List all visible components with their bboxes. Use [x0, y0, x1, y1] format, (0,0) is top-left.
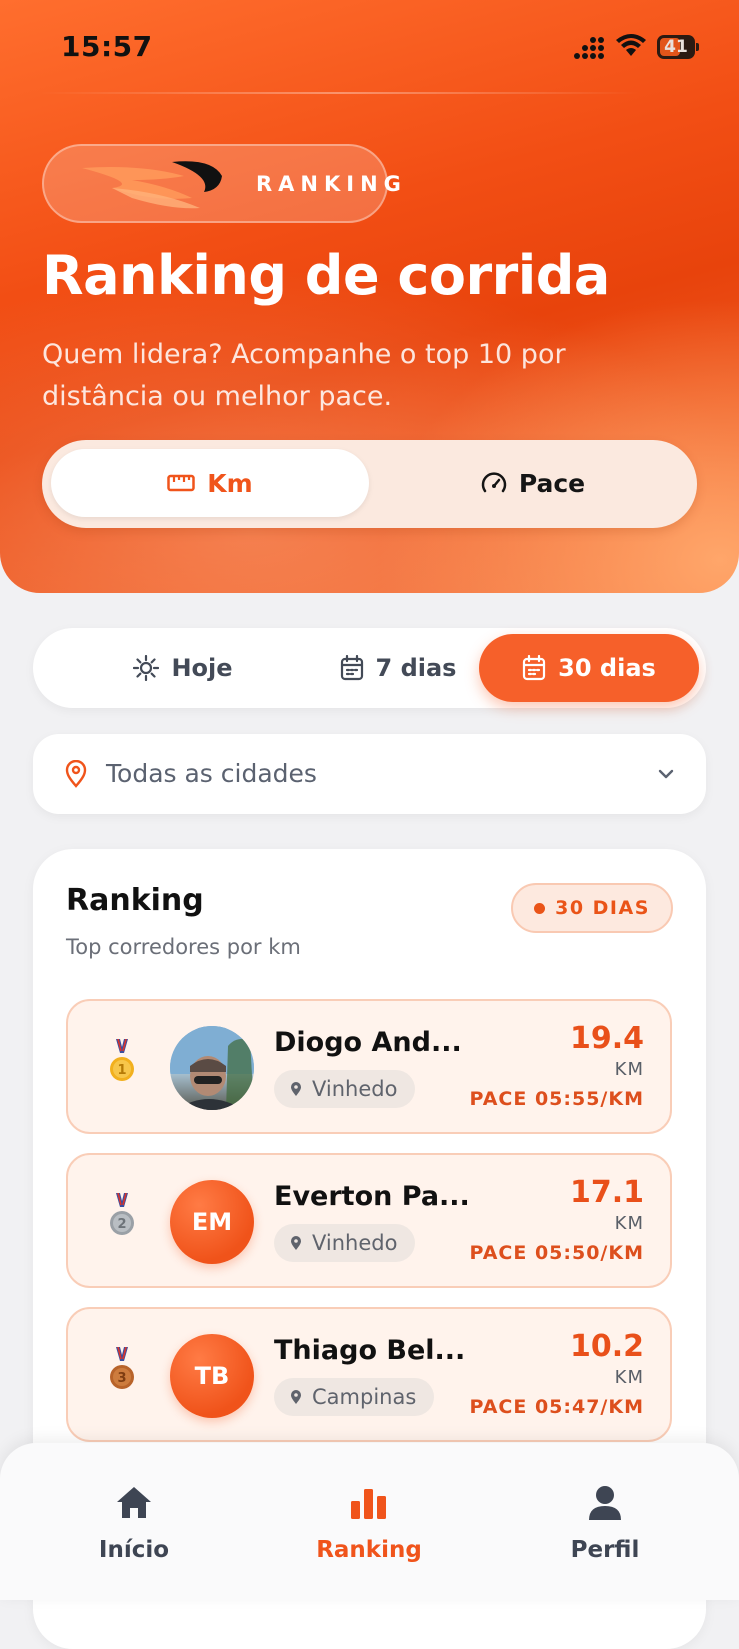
- silver-medal-icon: 2: [110, 1193, 134, 1235]
- runner-name: Diogo And...: [274, 1027, 462, 1058]
- period-tag-label: 30 DIAS: [555, 897, 650, 919]
- toggle-km-label: Km: [207, 468, 253, 498]
- period-7-days-label: 7 dias: [375, 654, 457, 682]
- runner-name: Everton Pa...: [274, 1181, 470, 1212]
- chevron-down-icon: [658, 769, 674, 779]
- metric-toggle: Km Pace: [42, 440, 697, 528]
- divider: [40, 92, 640, 94]
- runner-pace: PACE 05:50/KM: [469, 1242, 644, 1264]
- location-pin-icon: [291, 1236, 301, 1250]
- speedometer-icon: [481, 472, 507, 493]
- nav-ranking-label: Ranking: [316, 1537, 422, 1563]
- ranking-title: Ranking: [66, 883, 204, 918]
- nav-inicio[interactable]: Início: [34, 1443, 234, 1600]
- flame-logo-icon: [82, 161, 222, 209]
- runner-name: Thiago Bel...: [274, 1335, 466, 1366]
- home-icon: [117, 1487, 151, 1518]
- runner-distance: 19.4: [569, 1021, 644, 1056]
- avatar: [170, 1026, 254, 1110]
- nav-inicio-label: Início: [98, 1537, 170, 1563]
- signal-icon: [574, 37, 604, 59]
- period-filter: Hoje 7 dias 30 dias: [33, 628, 706, 708]
- toggle-pace-label: Pace: [518, 468, 586, 498]
- battery-icon: 41: [657, 35, 699, 59]
- runner-city: Vinhedo: [312, 1231, 398, 1255]
- runner-distance-unit: KM: [614, 1367, 644, 1388]
- user-photo-icon: [170, 1026, 254, 1110]
- svg-text:3: 3: [117, 1371, 126, 1386]
- runner-city-chip: Vinhedo: [274, 1070, 416, 1108]
- toggle-pace[interactable]: Pace: [374, 449, 692, 517]
- ranking-row[interactable]: 2 EM Everton Pa... Vinhedo 17.1 KM PACE …: [66, 1153, 672, 1288]
- calendar-icon: [340, 655, 363, 681]
- dot-icon: [534, 902, 546, 914]
- ranking-badge: RANKING: [42, 144, 401, 223]
- gold-medal-icon: 1: [110, 1039, 134, 1081]
- header-hero: 15:57 41 RANKING Ranking de corrida Quem…: [0, 0, 739, 593]
- bar-chart-icon: [351, 1489, 386, 1519]
- location-pin-icon: [65, 760, 87, 788]
- location-pin-icon: [291, 1082, 301, 1096]
- page-subtitle: Quem lidera? Acompanhe o top 10 por dist…: [42, 339, 566, 412]
- ranking-subtitle: Top corredores por km: [66, 935, 301, 959]
- period-7-days[interactable]: 7 dias: [298, 634, 498, 702]
- ranking-row[interactable]: 1 Diogo And... Vinhedo 19.4 KM PACE 05:5…: [66, 999, 672, 1134]
- calendar-icon: [523, 655, 546, 681]
- runner-city: Vinhedo: [312, 1077, 398, 1101]
- runner-pace: PACE 05:55/KM: [469, 1088, 644, 1110]
- nav-perfil[interactable]: Perfil: [505, 1443, 705, 1600]
- period-tag: 30 DIAS: [511, 883, 673, 933]
- page-title: Ranking de corrida: [42, 244, 610, 307]
- city-select-value: Todas as cidades: [106, 759, 317, 788]
- toggle-km[interactable]: Km: [51, 449, 369, 517]
- runner-city-chip: Vinhedo: [274, 1224, 416, 1262]
- runner-city-chip: Campinas: [274, 1378, 435, 1416]
- bottom-nav: Início Ranking Perfil: [0, 1443, 739, 1600]
- runner-distance-unit: KM: [614, 1213, 644, 1234]
- city-select[interactable]: Todas as cidades: [33, 734, 706, 814]
- user-icon: [589, 1486, 621, 1520]
- status-bar: 15:57 41: [0, 0, 739, 96]
- period-today[interactable]: Hoje: [83, 634, 283, 702]
- runner-distance-unit: KM: [614, 1059, 644, 1080]
- svg-text:1: 1: [117, 1063, 126, 1078]
- period-30-days[interactable]: 30 dias: [479, 634, 699, 702]
- avatar: TB: [170, 1334, 254, 1418]
- runner-distance: 17.1: [569, 1175, 644, 1210]
- runner-city: Campinas: [312, 1385, 417, 1409]
- svg-text:2: 2: [117, 1217, 126, 1232]
- battery-level: 41: [664, 37, 688, 57]
- period-today-label: Hoje: [171, 654, 233, 682]
- nav-perfil-label: Perfil: [570, 1537, 640, 1563]
- status-time: 15:57: [61, 30, 153, 63]
- ranking-row[interactable]: 3 TB Thiago Bel... Campinas 10.2 KM PACE…: [66, 1307, 672, 1442]
- period-30-days-label: 30 dias: [558, 654, 656, 682]
- bronze-medal-icon: 3: [110, 1347, 134, 1389]
- runner-distance: 10.2: [569, 1329, 644, 1364]
- avatar: EM: [170, 1180, 254, 1264]
- ranking-badge-label: RANKING: [256, 172, 407, 196]
- sun-icon: [133, 655, 160, 681]
- nav-ranking[interactable]: Ranking: [269, 1443, 469, 1600]
- ruler-icon: [167, 474, 196, 492]
- location-pin-icon: [291, 1390, 301, 1404]
- wifi-icon: [616, 34, 646, 56]
- runner-pace: PACE 05:47/KM: [469, 1396, 644, 1418]
